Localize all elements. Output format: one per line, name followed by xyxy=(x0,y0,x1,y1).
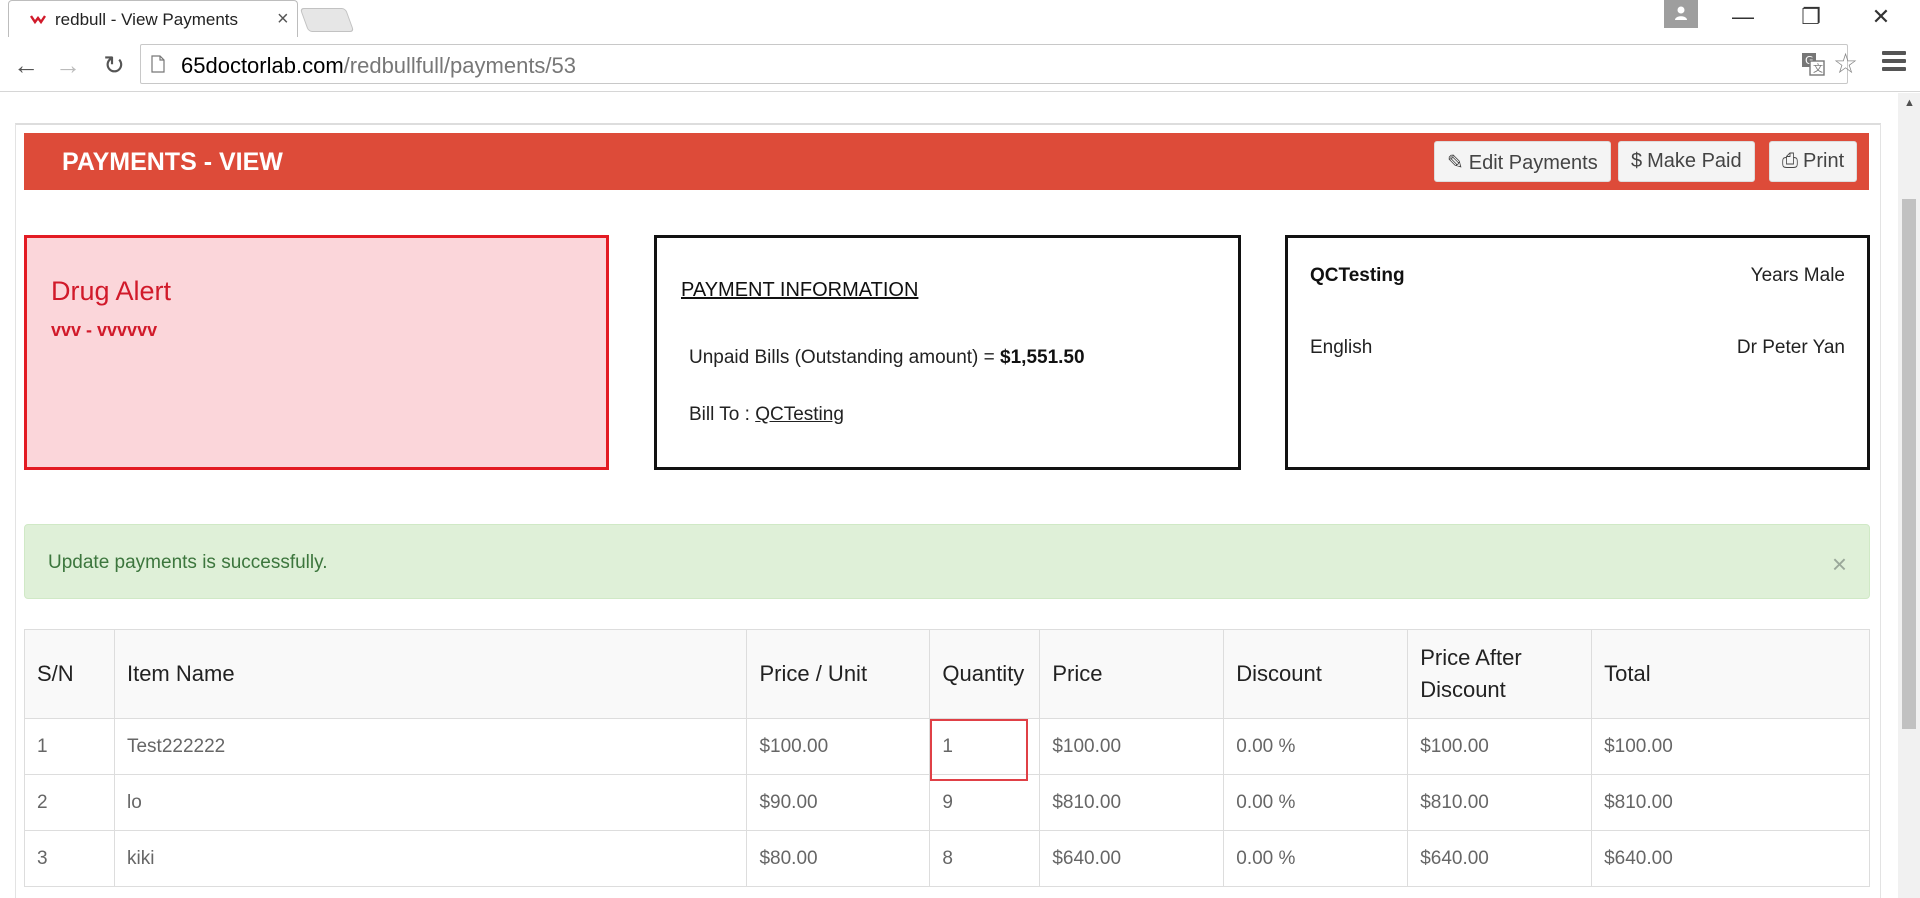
drug-alert-box: Drug Alert vvv - vvvvvv xyxy=(24,235,609,470)
reload-icon[interactable]: ↻ xyxy=(98,49,130,81)
header-price: Price xyxy=(1039,629,1225,719)
patient-info-box: QCTesting Years Male English Dr Peter Ya… xyxy=(1285,235,1870,470)
scroll-up-arrow-icon[interactable]: ▲ xyxy=(1904,97,1915,109)
cell-quantity[interactable]: 1 xyxy=(929,718,1041,781)
cell-price-unit: $90.00 xyxy=(746,774,931,831)
printer-icon: ⎙ xyxy=(1782,150,1798,172)
success-notice: Update payments is successfully. × xyxy=(24,524,1870,599)
cell-price-unit: $80.00 xyxy=(746,830,931,887)
payment-items-table: S/N Item Name Price / Unit Quantity Pric… xyxy=(24,629,1870,887)
header-price-after-discount: Price After Discount xyxy=(1407,629,1593,719)
notice-close-icon[interactable]: × xyxy=(1832,549,1847,580)
make-paid-button[interactable]: $ Make Paid xyxy=(1618,141,1755,182)
page-header: PAYMENTS - VIEW ✎ Edit Payments $ Make Pai… xyxy=(24,133,1869,190)
person-icon xyxy=(1675,6,1687,20)
page-scrollbar[interactable]: ▲ xyxy=(1898,93,1920,898)
table-row: 1 Test222222 $100.00 1 $100.00 0.00 % $1… xyxy=(24,718,1870,781)
cell-price: $810.00 xyxy=(1039,774,1225,831)
header-quantity: Quantity xyxy=(929,629,1041,719)
url-host: 65doctorlab.com xyxy=(181,53,344,78)
page-title: PAYMENTS - VIEW xyxy=(62,148,283,176)
browser-menu-icon[interactable] xyxy=(1882,51,1906,75)
drug-alert-body: vvv - vvvvvv xyxy=(51,320,158,340)
scroll-thumb[interactable] xyxy=(1902,199,1916,729)
header-sn: S/N xyxy=(24,629,115,719)
patient-age-gender: Years Male xyxy=(1750,265,1845,286)
cell-quantity: 8 xyxy=(929,830,1041,887)
edit-payments-label: Edit Payments xyxy=(1468,152,1598,174)
cell-total: $810.00 xyxy=(1591,774,1870,831)
profile-button[interactable] xyxy=(1664,0,1698,28)
bill-to-label: Bill To : xyxy=(689,404,756,425)
url-path: /redbullfull/payments/53 xyxy=(343,53,577,78)
patient-language: English xyxy=(1310,337,1373,358)
dollar-icon: $ xyxy=(1631,150,1643,172)
pencil-icon: ✎ xyxy=(1447,152,1464,174)
edit-payments-button[interactable]: ✎ Edit Payments xyxy=(1434,141,1611,182)
cell-price-unit: $100.00 xyxy=(746,718,931,775)
cell-price-after-discount: $640.00 xyxy=(1407,830,1593,887)
success-notice-text: Update payments is successfully. xyxy=(48,552,328,573)
cell-price-after-discount: $100.00 xyxy=(1407,718,1593,775)
cell-quantity: 9 xyxy=(929,774,1041,831)
make-paid-label: Make Paid xyxy=(1647,150,1742,172)
print-label: Print xyxy=(1803,150,1845,172)
unpaid-bills-amount: $1,551.50 xyxy=(1000,347,1085,368)
redbull-favicon-icon xyxy=(30,15,46,25)
bookmark-star-icon[interactable]: ☆ xyxy=(1833,47,1858,80)
cell-price: $100.00 xyxy=(1039,718,1225,775)
browser-tab[interactable]: redbull - View Payments × xyxy=(8,0,298,38)
table-row: 3 kiki $80.00 8 $640.00 0.00 % $640.00 $… xyxy=(24,830,1870,887)
cell-total: $100.00 xyxy=(1591,718,1870,775)
cell-sn: 2 xyxy=(24,774,115,831)
window-close-icon[interactable]: ✕ xyxy=(1858,4,1904,32)
forward-icon[interactable]: → xyxy=(52,49,84,81)
header-price-unit: Price / Unit xyxy=(746,629,931,719)
cell-discount: 0.00 % xyxy=(1223,774,1409,831)
cell-price-after-discount: $810.00 xyxy=(1407,774,1593,831)
header-discount: Discount xyxy=(1223,629,1409,719)
cell-item-name: kiki xyxy=(113,830,748,887)
url-text: 65doctorlab.com/redbullfull/payments/53 xyxy=(181,53,576,79)
address-bar[interactable]: 65doctorlab.com/redbullfull/payments/53 … xyxy=(140,44,1858,84)
cell-total: $640.00 xyxy=(1591,830,1870,887)
translate-icon[interactable]: G 文 xyxy=(1801,52,1825,76)
table-row: 2 lo $90.00 9 $810.00 0.00 % $810.00 $81… xyxy=(24,774,1870,831)
header-item-name: Item Name xyxy=(113,629,748,719)
patient-doctor: Dr Peter Yan xyxy=(1736,337,1845,358)
new-tab-button[interactable] xyxy=(299,8,355,32)
bill-to-link[interactable]: QCTesting xyxy=(755,404,844,425)
patient-name: QCTesting xyxy=(1310,265,1405,286)
tab-close-icon[interactable]: × xyxy=(277,8,289,31)
page-icon xyxy=(151,55,165,73)
cell-price: $640.00 xyxy=(1039,830,1225,887)
table-header-row: S/N Item Name Price / Unit Quantity Pric… xyxy=(24,629,1870,719)
tab-title: redbull - View Payments xyxy=(55,10,238,29)
cell-sn: 1 xyxy=(24,718,115,775)
cell-sn: 3 xyxy=(24,830,115,887)
bill-to-line: Bill To : QCTesting xyxy=(689,404,844,426)
unpaid-bills-label: Unpaid Bills (Outstanding amount) = xyxy=(689,347,1001,368)
restore-icon[interactable]: ❐ xyxy=(1788,4,1834,32)
cell-discount: 0.00 % xyxy=(1223,830,1409,887)
print-button[interactable]: ⎙ Print xyxy=(1769,141,1858,182)
payment-info-title: PAYMENT INFORMATION xyxy=(681,279,919,301)
cell-item-name: lo xyxy=(113,774,748,831)
cell-item-name: Test222222 xyxy=(113,718,748,775)
svg-text:文: 文 xyxy=(1813,62,1823,75)
cell-discount: 0.00 % xyxy=(1223,718,1409,775)
payment-info-box: PAYMENT INFORMATION Unpaid Bills (Outsta… xyxy=(654,235,1241,470)
back-icon[interactable]: ← xyxy=(10,49,42,81)
quantity-highlight xyxy=(930,719,1029,781)
browser-toolbar: ← → ↻ 65doctorlab.com/redbullfull/paymen… xyxy=(0,37,1920,92)
drug-alert-title: Drug Alert xyxy=(51,276,172,306)
minimize-icon[interactable]: — xyxy=(1720,4,1766,32)
page-viewport: PAYMENTS - VIEW ✎ Edit Payments $ Make Pai… xyxy=(0,93,1898,898)
header-total: Total xyxy=(1591,629,1870,719)
browser-tab-strip: redbull - View Payments × — ❐ ✕ xyxy=(0,0,1920,38)
unpaid-bills-line: Unpaid Bills (Outstanding amount) = $1,5… xyxy=(689,347,1085,369)
